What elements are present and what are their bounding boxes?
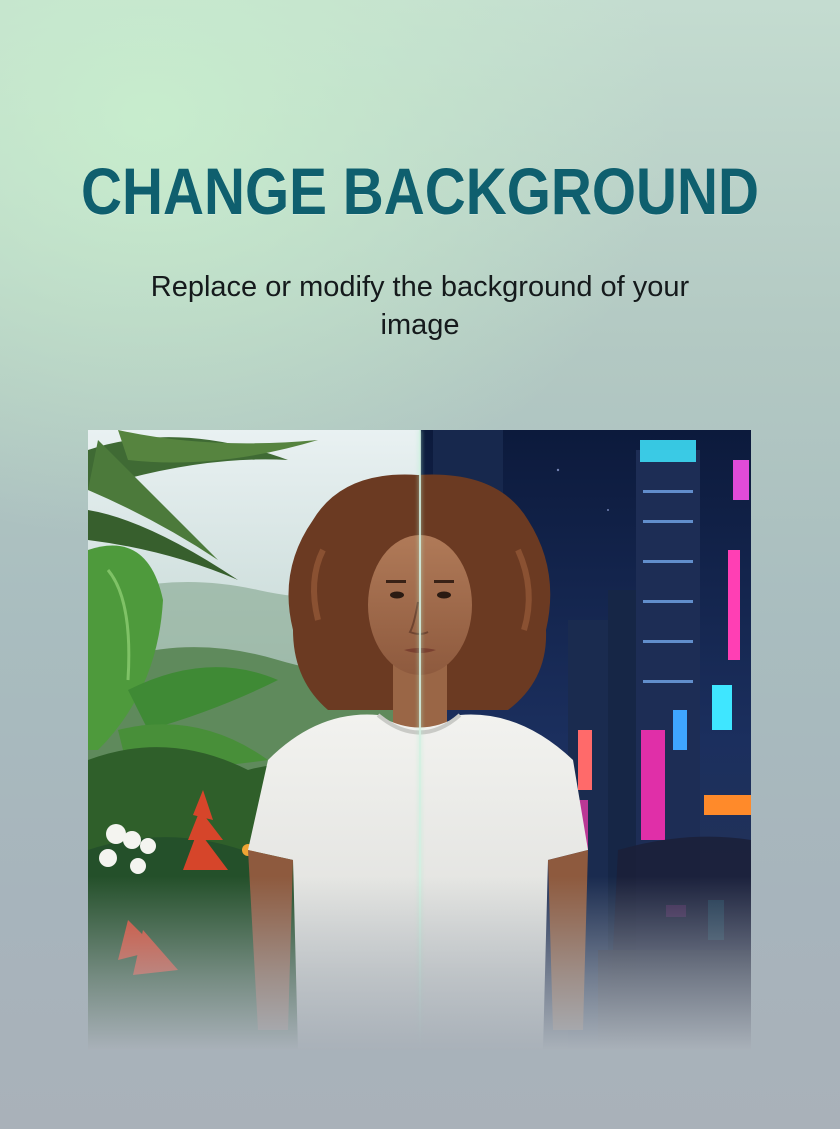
- page-subtitle: Replace or modify the background of your…: [150, 271, 690, 341]
- before-after-comparison[interactable]: [88, 430, 751, 1050]
- page-title: CHANGE BACKGROUND: [81, 154, 759, 228]
- portrait-subject: [248, 474, 588, 1050]
- comparison-divider-handle[interactable]: [419, 430, 421, 1050]
